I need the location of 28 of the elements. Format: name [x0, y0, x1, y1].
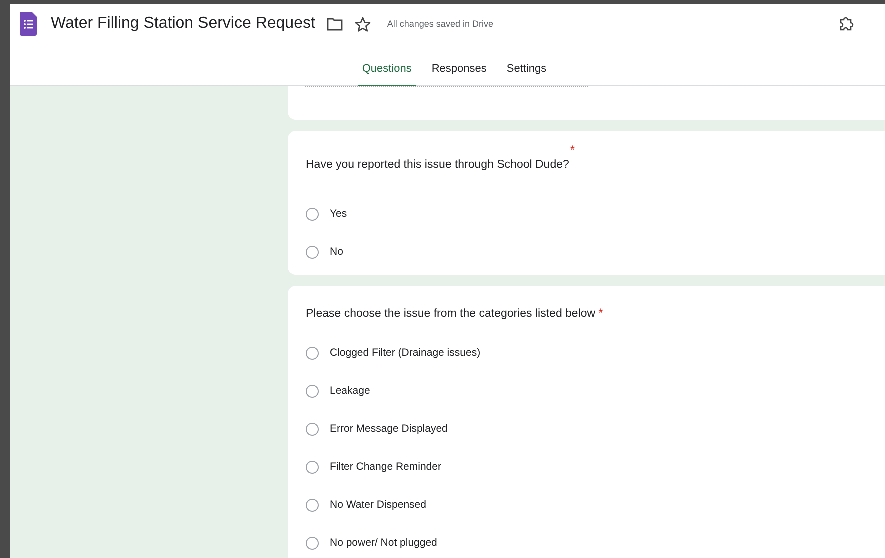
save-status: All changes saved in Drive — [387, 19, 494, 29]
radio-button[interactable] — [306, 460, 319, 474]
option-label: No — [330, 246, 344, 258]
option-label: Error Message Displayed — [330, 423, 448, 435]
forms-logo-icon[interactable] — [20, 12, 37, 36]
radio-button[interactable] — [306, 384, 319, 398]
question-text: Please choose the issue from the categories listed below — [306, 308, 596, 320]
star-icon[interactable] — [355, 16, 372, 32]
option-label: No Water Dispensed — [330, 499, 426, 511]
tab[interactable]: Settings — [502, 54, 551, 88]
radio-button[interactable] — [306, 498, 319, 512]
tab[interactable]: Responses — [428, 54, 491, 88]
radio-button[interactable] — [306, 346, 319, 360]
puzzle-icon[interactable] — [839, 16, 855, 32]
option-label: No power/ Not plugged — [330, 537, 438, 549]
option-label: Filter Change Reminder — [330, 461, 442, 473]
option-label: Leakage — [330, 385, 370, 397]
folder-icon[interactable] — [327, 18, 344, 30]
radio-button[interactable] — [306, 536, 319, 550]
form-title: Water Filling Station Service Request — [51, 15, 316, 33]
required-mark: * — [570, 143, 576, 157]
radio-button[interactable] — [306, 208, 319, 220]
required-mark: * — [598, 306, 604, 320]
radio-button[interactable] — [306, 422, 319, 436]
question-text: Have you reported this issue through School Dude? — [306, 159, 570, 171]
radio-button[interactable] — [306, 246, 319, 258]
option-label: Yes — [330, 208, 348, 220]
option-label: Clogged Filter (Drainage issues) — [330, 347, 481, 359]
